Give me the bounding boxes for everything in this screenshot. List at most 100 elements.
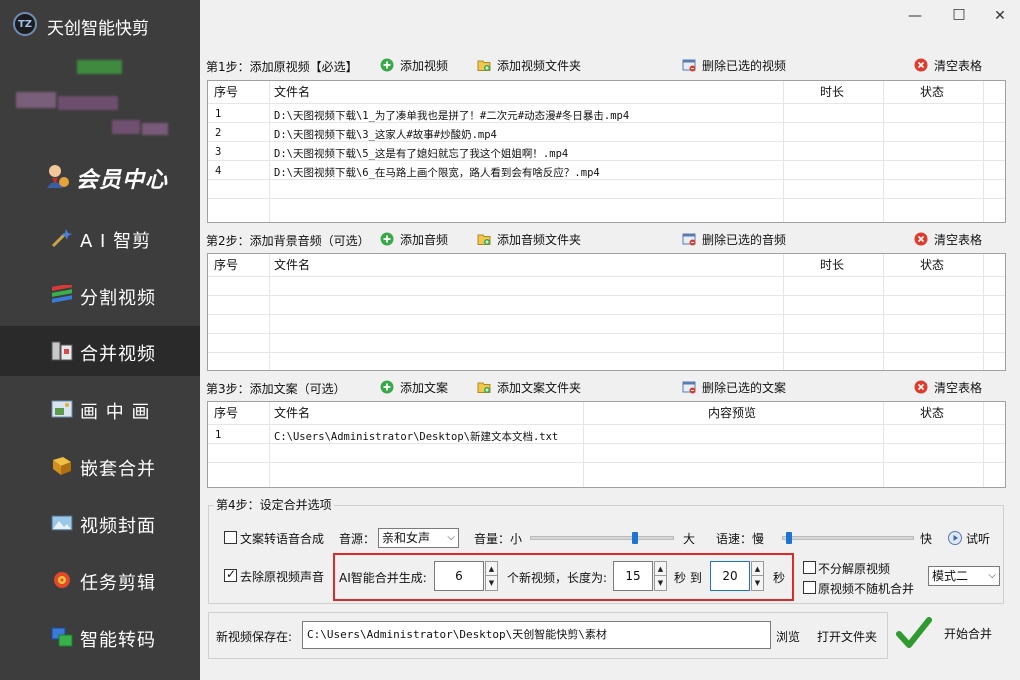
tts-label: 文案转语音合成 <box>240 532 325 546</box>
sidebar-item-label: 分割视频 <box>80 288 156 309</box>
down-arrow-icon[interactable]: ▼ <box>655 576 666 590</box>
column-header[interactable]: 内容预览 <box>708 402 756 424</box>
length-to-stepper[interactable]: ▲ ▼ <box>751 561 764 591</box>
video-cover-icon <box>51 515 73 531</box>
video-table[interactable]: 序号 文件名 时长 状态 1 D:\天图视频下载\1_为了凑单我也是拼了！#二次… <box>207 80 1006 223</box>
add-audio-button[interactable]: 添加音频 <box>376 228 452 250</box>
column-header[interactable]: 时长 <box>820 81 844 103</box>
save-path-field[interactable]: C:\Users\Administrator\Desktop\天创智能快剪\素材 <box>302 621 771 649</box>
add-video-label: 添加视频 <box>400 58 449 73</box>
minimize-button[interactable]: — <box>905 8 925 24</box>
row-index: 1 <box>215 429 222 441</box>
add-audio-label: 添加音频 <box>400 232 449 247</box>
main-panel: — □ ✕ 第1步：添加原视频【必选】 添加视频 添加视频文件夹 删除已选的视频… <box>200 0 1020 680</box>
step4-title: 第4步：设定合并选项 <box>214 496 334 513</box>
up-arrow-icon[interactable]: ▲ <box>752 562 763 576</box>
tts-checkbox[interactable] <box>224 531 237 544</box>
column-header[interactable]: 文件名 <box>274 254 310 276</box>
sidebar-item-ai-clip[interactable]: A I 智剪 <box>0 213 200 263</box>
nested-merge-icon <box>53 457 71 475</box>
save-path-label: 新视频保存在: <box>216 630 293 644</box>
no-random-checkbox[interactable] <box>803 581 816 594</box>
add-text-folder-label: 添加文案文件夹 <box>497 380 582 395</box>
speed-slider-thumb[interactable] <box>785 532 792 544</box>
speed-label: 语速：慢 <box>716 532 765 546</box>
row-index: 1 <box>215 108 222 120</box>
seconds-label: 秒 <box>773 571 786 585</box>
text-table[interactable]: 序号 文件名 内容预览 状态 1 C:\Users\Administrator\… <box>207 401 1006 488</box>
add-video-folder-button[interactable]: 添加视频文件夹 <box>473 54 585 76</box>
row-index: 4 <box>215 165 222 177</box>
up-arrow-icon[interactable]: ▲ <box>655 562 666 576</box>
delete-selected-audio-label: 删除已选的音频 <box>702 232 787 247</box>
sidebar-item-transcode[interactable]: 智能转码 <box>0 612 200 662</box>
voice-select[interactable]: 亲和女声 ⌵ <box>378 528 459 548</box>
start-merge-label: 开始合并 <box>944 627 993 641</box>
browse-button[interactable]: 浏览 <box>776 628 800 645</box>
length-from-input[interactable]: 15 <box>613 561 653 591</box>
audio-table[interactable]: 序号 文件名 时长 状态 <box>207 253 1006 371</box>
new-video-length-label: 个新视频，长度为: <box>507 571 608 585</box>
column-header[interactable]: 序号 <box>214 254 238 276</box>
delete-selected-video-label: 删除已选的视频 <box>702 58 787 73</box>
voice-select-value: 亲和女声 <box>382 531 431 545</box>
sidebar-item-split-video[interactable]: 分割视频 <box>0 270 200 320</box>
start-merge-button[interactable]: 开始合并 <box>890 610 1000 656</box>
up-arrow-icon[interactable]: ▲ <box>486 562 497 576</box>
speed-slider[interactable] <box>782 536 914 540</box>
column-header[interactable]: 状态 <box>920 402 944 424</box>
add-audio-folder-button[interactable]: 添加音频文件夹 <box>473 228 585 250</box>
clear-red-icon <box>914 232 928 246</box>
clear-audio-table-button[interactable]: 清空表格 <box>910 228 986 250</box>
clear-table-button[interactable]: 清空表格 <box>910 54 986 76</box>
delete-selected-icon <box>682 233 696 246</box>
sidebar-item-merge-video[interactable]: 合并视频 <box>0 326 200 376</box>
delete-selected-text-button[interactable]: 删除已选的文案 <box>678 376 790 398</box>
column-header[interactable]: 序号 <box>214 402 238 424</box>
down-arrow-icon[interactable]: ▼ <box>486 576 497 590</box>
column-header[interactable]: 时长 <box>820 254 844 276</box>
add-video-button[interactable]: 添加视频 <box>376 54 452 76</box>
add-folder-icon <box>477 60 491 71</box>
close-button[interactable]: ✕ <box>990 8 1010 24</box>
delete-selected-icon <box>682 59 696 72</box>
clear-red-icon <box>914 58 928 72</box>
length-from-stepper[interactable]: ▲ ▼ <box>654 561 667 591</box>
sidebar-item-task-clip[interactable]: 任务剪辑 <box>0 555 200 605</box>
volume-slider-thumb[interactable] <box>632 532 639 544</box>
video-count-stepper[interactable]: ▲ ▼ <box>485 561 498 591</box>
chevron-down-icon: ⌵ <box>988 570 996 581</box>
clear-text-table-button[interactable]: 清空表格 <box>910 376 986 398</box>
length-to-input[interactable]: 20 <box>710 561 750 591</box>
sidebar-item-pip[interactable]: 画 中 画 <box>0 384 200 434</box>
row-filename: C:\Users\Administrator\Desktop\新建文本文档.tx… <box>274 431 559 443</box>
add-green-icon <box>380 232 394 246</box>
delete-selected-audio-button[interactable]: 删除已选的音频 <box>678 228 790 250</box>
mode-select[interactable]: 模式二 ⌵ <box>928 566 1000 586</box>
step1-title: 第1步：添加原视频【必选】 <box>206 60 358 74</box>
member-center-label: 会员中心 <box>76 167 169 193</box>
column-header[interactable]: 序号 <box>214 81 238 103</box>
column-header[interactable]: 文件名 <box>274 402 310 424</box>
add-text-folder-button[interactable]: 添加文案文件夹 <box>473 376 585 398</box>
remove-audio-checkbox[interactable] <box>224 567 237 582</box>
maximize-button[interactable]: □ <box>949 6 969 22</box>
down-arrow-icon[interactable]: ▼ <box>752 576 763 590</box>
volume-slider[interactable] <box>530 536 674 540</box>
member-center[interactable]: 会员中心 <box>0 146 200 206</box>
sidebar-item-video-cover[interactable]: 视频封面 <box>0 498 200 548</box>
column-header[interactable]: 状态 <box>920 254 944 276</box>
try-listen-button[interactable]: 试听 <box>944 527 994 549</box>
mode-select-value: 模式二 <box>932 569 969 583</box>
add-folder-icon <box>477 382 491 393</box>
clear-table-label: 清空表格 <box>934 380 983 395</box>
column-header[interactable]: 状态 <box>920 81 944 103</box>
open-folder-button[interactable]: 打开文件夹 <box>817 628 877 645</box>
add-text-button[interactable]: 添加文案 <box>376 376 452 398</box>
no-split-checkbox[interactable] <box>803 561 816 574</box>
video-count-input[interactable]: 6 <box>434 561 484 591</box>
transcode-icon <box>51 627 73 647</box>
delete-selected-video-button[interactable]: 删除已选的视频 <box>678 54 790 76</box>
sidebar-item-nested-merge[interactable]: 嵌套合并 <box>0 441 200 491</box>
column-header[interactable]: 文件名 <box>274 81 310 103</box>
